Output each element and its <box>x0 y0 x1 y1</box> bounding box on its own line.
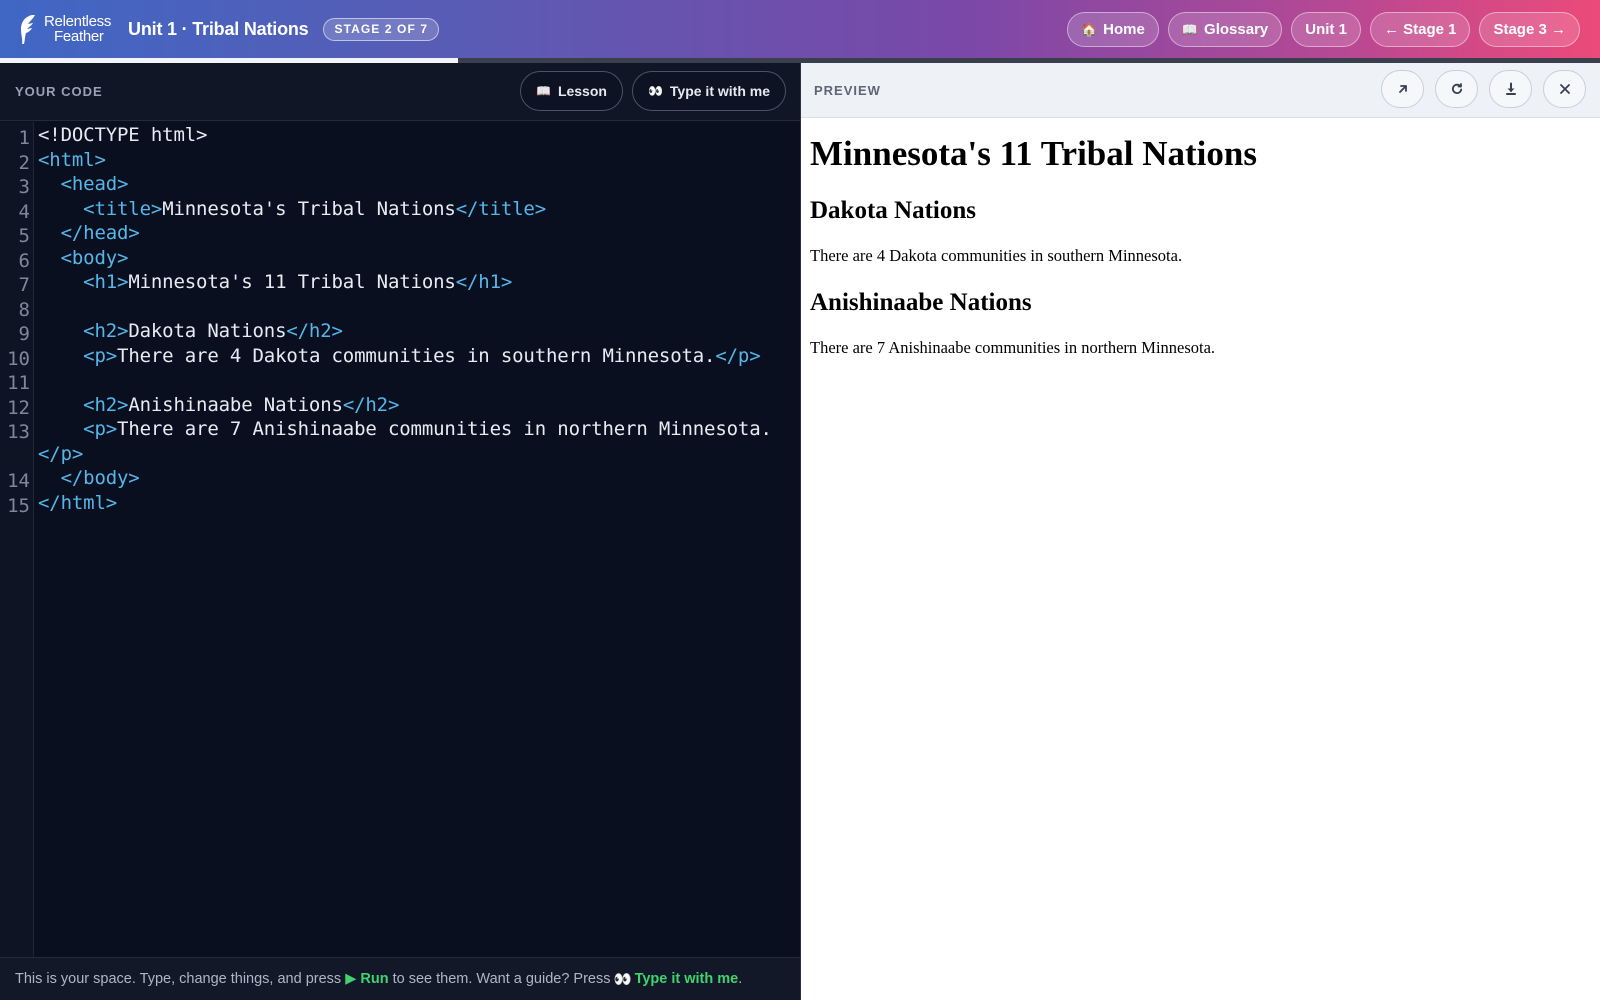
line-number: 8 <box>18 298 30 321</box>
line-number: 4 <box>18 200 30 223</box>
previous-stage-button[interactable]: ← Stage 1 <box>1369 12 1471 47</box>
preview-paragraph-anishinaabe: There are 7 Anishinaabe communities in n… <box>810 338 1216 357</box>
book-icon: 📖 <box>535 84 551 98</box>
preview-panel-header: PREVIEW <box>801 63 1600 118</box>
open-external-button[interactable] <box>1381 70 1424 108</box>
glossary-button-label: Glossary <box>1204 21 1269 38</box>
type-it-with-me-button[interactable]: 👀 Type it with me <box>631 71 786 111</box>
code-editor[interactable]: <!DOCTYPE html> <html> <head> <title>Minn… <box>38 122 798 957</box>
unit-button-label: Unit 1 <box>1305 21 1347 38</box>
logo[interactable]: Relentless Feather <box>18 0 111 58</box>
code-line: <p>There are 4 Dakota communities in sou… <box>83 344 761 367</box>
preview-heading-anishinaabe: Anishinaabe Nations <box>810 289 1032 316</box>
line-number: 1 <box>18 127 30 149</box>
feather-logo-icon <box>21 15 35 44</box>
code-line: </head> <box>60 222 140 244</box>
refresh-icon <box>1451 83 1462 94</box>
download-icon <box>1505 82 1516 95</box>
next-stage-button[interactable]: Stage 3 → <box>1479 12 1580 47</box>
line-number: 15 <box>7 494 30 517</box>
lesson-button-label: Lesson <box>557 83 607 99</box>
logo-line-1: Relentless <box>44 13 112 30</box>
previous-stage-label: ← Stage 1 <box>1383 21 1457 38</box>
line-number: 9 <box>18 323 30 345</box>
code-panel-title: YOUR CODE <box>15 84 103 99</box>
preview-panel: PREVIEW Minnesota's 11 Tribal Nations Da… <box>801 63 1600 1000</box>
home-button[interactable]: 🏠 Home <box>1066 12 1159 47</box>
line-number: 13 <box>7 421 30 443</box>
close-button[interactable] <box>1543 70 1586 108</box>
home-button-label: Home <box>1103 21 1145 38</box>
code-line: <h1>Minnesota's 11 Tribal Nations</h1> <box>83 271 513 293</box>
glossary-button[interactable]: 📖 Glossary <box>1167 12 1283 47</box>
lesson-button[interactable]: 📖 Lesson <box>519 71 623 111</box>
code-panel-header: YOUR CODE 📖 Lesson 👀 Type it with me <box>0 63 800 121</box>
hint-text-3: . <box>738 971 743 987</box>
preview-panel-title: PREVIEW <box>814 82 881 98</box>
logo-text: Relentless Feather <box>44 14 111 44</box>
line-number: 7 <box>18 274 30 296</box>
top-bar: Relentless Feather Unit 1 · Tribal Natio… <box>0 0 1600 58</box>
arrow-up-right-icon <box>1398 85 1407 93</box>
preview-paragraph-dakota: There are 4 Dakota communities in southe… <box>810 246 1183 265</box>
eyes-icon: 👀 <box>613 971 632 988</box>
unit-title: Unit 1 · Tribal Nations <box>128 18 309 39</box>
code-line: <p>There are 7 Anishinaabe communities i… <box>83 418 772 440</box>
preview-document: Minnesota's 11 Tribal Nations Dakota Nat… <box>810 134 1580 359</box>
hint-text-1: This is your space. Type, change things,… <box>15 971 342 987</box>
code-line: <head> <box>60 173 129 195</box>
hint-bar: This is your space. Type, change things,… <box>0 957 800 1000</box>
code-line: </p> <box>38 442 84 465</box>
type-it-with-me-label: Type it with me <box>669 83 770 99</box>
refresh-button[interactable] <box>1435 70 1478 108</box>
hint-text-2: to see them. Want a guide? Press <box>392 971 611 987</box>
line-number: 11 <box>7 372 30 394</box>
code-toolbar: 📖 Lesson 👀 Type it with me <box>519 71 786 111</box>
preview-toolbar <box>1381 70 1586 108</box>
code-line: <html> <box>38 148 106 171</box>
code-line: <h2>Anishinaabe Nations</h2> <box>83 393 400 416</box>
line-number: 5 <box>18 225 30 247</box>
line-number: 14 <box>7 470 30 492</box>
unit-button[interactable]: Unit 1 <box>1291 12 1361 47</box>
code-line: <body> <box>60 246 129 269</box>
preview-heading-1: Minnesota's 11 Tribal Nations <box>810 134 1257 173</box>
top-nav: 🏠 Home 📖 Glossary Unit 1 ← Stage 1 Stage… <box>1066 12 1580 47</box>
line-number: 3 <box>18 176 30 198</box>
close-icon <box>1559 84 1570 94</box>
home-icon: 🏠 <box>1080 21 1098 37</box>
hint-run-label: ▶ Run <box>345 971 389 987</box>
line-number: 12 <box>7 396 30 419</box>
code-line: <!DOCTYPE html> <box>38 124 208 146</box>
preview-heading-dakota: Dakota Nations <box>810 197 976 224</box>
line-number-gutter: 1 2 3 4 5 6 7 8 9 10 11 12 13 14 15 <box>0 122 34 957</box>
code-line: <title>Minnesota's Tribal Nations</title… <box>83 197 547 220</box>
download-button[interactable] <box>1489 70 1532 108</box>
code-line: </body> <box>60 467 140 489</box>
hint-type-label: Type it with me <box>634 971 739 987</box>
code-panel: YOUR CODE 📖 Lesson 👀 Type it with me 123… <box>0 63 801 1000</box>
stage-badge: STAGE 2 OF 7 <box>323 17 440 41</box>
line-number: 6 <box>18 249 30 272</box>
code-line: </html> <box>38 491 118 514</box>
book-icon: 📖 <box>1181 21 1199 37</box>
line-number: 2 <box>18 151 30 174</box>
logo-line-2: Feather <box>54 28 104 45</box>
code-line: <h2>Dakota Nations</h2> <box>83 320 343 342</box>
eyes-icon: 👀 <box>647 84 663 98</box>
line-number: 10 <box>7 347 30 370</box>
next-stage-label: Stage 3 → <box>1493 21 1566 38</box>
